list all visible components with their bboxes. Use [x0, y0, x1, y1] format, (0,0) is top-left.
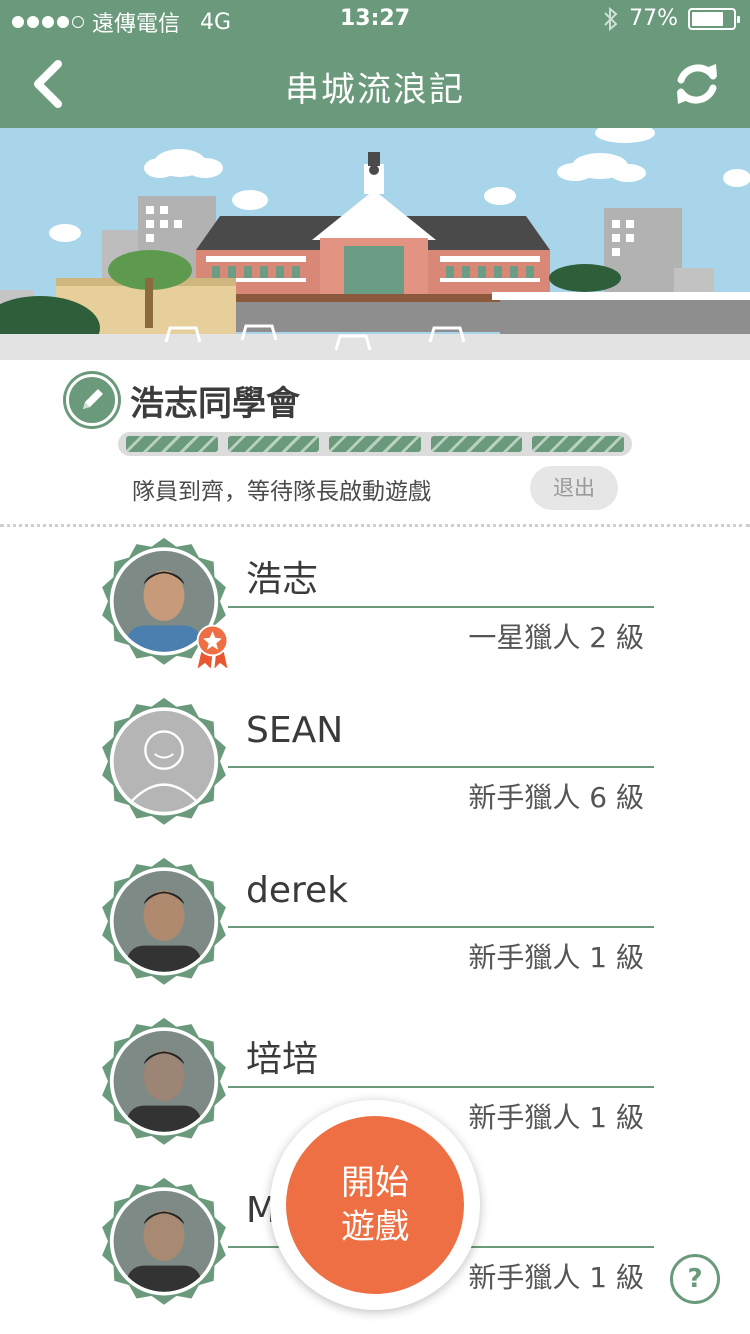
member-avatar	[102, 537, 229, 669]
member-name: 培培	[246, 1039, 319, 1080]
member-rank: 新手獵人 6 級	[468, 781, 644, 814]
progress-segment	[227, 436, 320, 452]
member-row[interactable]: 浩志一星獵人 2 級	[0, 536, 750, 696]
bluetooth-icon	[604, 6, 618, 31]
member-rank: 新手獵人 1 級	[468, 1101, 644, 1134]
member-row[interactable]: derek 新手獵人 1 級	[0, 856, 750, 1016]
pencil-icon	[83, 389, 103, 409]
member-underline	[228, 1086, 654, 1088]
member-rank: 一星獵人 2 級	[468, 621, 644, 654]
member-underline	[228, 606, 654, 608]
refresh-button[interactable]	[670, 56, 724, 112]
member-name: derek	[246, 870, 349, 911]
member-underline	[228, 766, 654, 768]
progress-segment	[329, 436, 421, 452]
start-game-label-line1: 開始	[341, 1163, 409, 1203]
member-rank: 新手獵人 1 級	[468, 941, 644, 974]
member-underline	[228, 926, 654, 928]
start-game-label-line2: 遊戲	[341, 1207, 409, 1247]
team-header: 浩志同學會 隊員到齊，等待隊長啟動遊戲 退出	[0, 360, 750, 530]
member-name: 浩志	[246, 559, 319, 600]
member-row[interactable]: SEAN 新手獵人 6 級	[0, 696, 750, 856]
battery-percent: 77%	[629, 6, 678, 31]
team-status-text: 隊員到齊，等待隊長啟動遊戲	[132, 479, 431, 505]
exit-button[interactable]: 退出	[530, 466, 618, 510]
member-avatar	[102, 1017, 226, 1145]
refresh-icon	[677, 64, 717, 104]
station-banner-illustration	[0, 128, 750, 360]
member-avatar	[102, 1177, 226, 1305]
member-rank: 新手獵人 1 級	[468, 1261, 644, 1294]
member-avatar	[102, 697, 226, 825]
leader-ribbon-icon	[196, 624, 229, 669]
page-title: 串城流浪記	[285, 70, 465, 110]
start-game-button[interactable]: 開始 遊戲	[286, 1116, 464, 1294]
edit-team-name-button[interactable]	[66, 374, 118, 426]
battery-icon	[688, 7, 740, 30]
navigation-bar: 串城流浪記	[0, 40, 750, 128]
team-name: 浩志同學會	[130, 384, 300, 424]
section-divider	[0, 524, 750, 527]
progress-segment	[126, 436, 218, 452]
progress-segment	[430, 436, 523, 452]
member-avatar	[102, 857, 226, 985]
team-progress-bar	[118, 432, 632, 456]
progress-segment	[532, 436, 624, 452]
member-name: SEAN	[246, 710, 344, 751]
help-button[interactable]: ?	[670, 1254, 720, 1304]
status-bar: 遠傳電信 4G 13:27 77%	[0, 0, 750, 40]
